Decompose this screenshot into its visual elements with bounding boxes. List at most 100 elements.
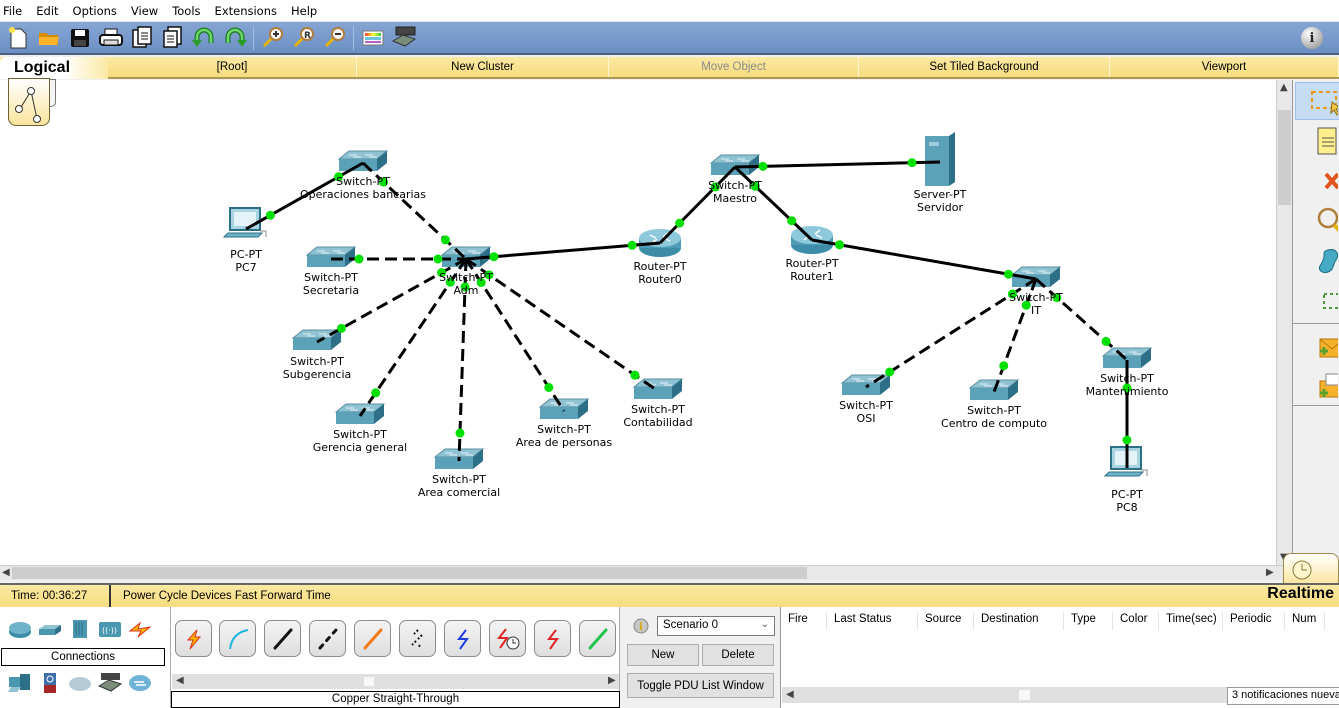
root-button[interactable]: [Root]	[108, 57, 357, 77]
realtime-mode-tab[interactable]	[1283, 553, 1339, 585]
switch-category-icon[interactable]	[38, 619, 62, 639]
pdu-scroll-thumb[interactable]	[1019, 690, 1030, 700]
paste-button[interactable]	[157, 24, 188, 52]
device-label-sw_sub[interactable]: Switch-PT Subgerencia	[283, 355, 352, 381]
device-label-sw_cc[interactable]: Switch-PT Centro de computo	[941, 404, 1047, 430]
router-category-icon[interactable]	[8, 619, 32, 639]
custom-devices-category-icon[interactable]	[98, 673, 122, 693]
custom-device-button[interactable]	[388, 24, 419, 52]
print-button[interactable]	[95, 24, 126, 52]
device-label-sw_per[interactable]: Switch-PT Area de personas	[516, 423, 612, 449]
column-type[interactable]: Type	[1064, 612, 1113, 630]
realtime-mode-label[interactable]: Realtime	[1267, 585, 1334, 603]
device-label-r1[interactable]: Router-PT Router1	[785, 257, 838, 283]
device-label-srv[interactable]: Server-PT Servidor	[914, 188, 967, 214]
logical-workspace-canvas[interactable]: PC-PT PC7 Switch-PT Operaciones bancarias Sw…	[0, 80, 1276, 565]
device-label-sw_com[interactable]: Switch-PT Area comercial	[418, 473, 500, 499]
delete-scenario-button[interactable]: Delete	[702, 644, 774, 666]
device-sw_con[interactable]	[632, 378, 684, 399]
undo-button[interactable]	[188, 24, 219, 52]
cable-serial-dte-button[interactable]	[534, 620, 571, 657]
notification-toast[interactable]: 3 notificaciones nuevas	[1227, 687, 1339, 705]
add-complex-pdu-button[interactable]	[1295, 367, 1339, 405]
device-srv[interactable]	[925, 132, 955, 186]
logical-view-button[interactable]	[8, 78, 50, 126]
resize-shape-button[interactable]	[1295, 282, 1339, 320]
device-label-r0[interactable]: Router-PT Router0	[633, 260, 686, 286]
link-sw_adm-sw_con[interactable]	[465, 257, 659, 393]
cable-scroll-thumb[interactable]	[364, 677, 374, 686]
device-label-sw_ops[interactable]: Switch-PT Operaciones bancarias	[300, 175, 426, 201]
column-fire[interactable]: Fire	[781, 612, 827, 630]
device-label-sw_man[interactable]: Switch-PT Mantenimiento	[1086, 372, 1169, 398]
cable-fiber-button[interactable]	[354, 620, 391, 657]
menu-file[interactable]: File	[0, 4, 30, 18]
device-label-sw_adm[interactable]: Switch-PT Adm	[439, 271, 493, 297]
select-tool-button[interactable]	[1295, 82, 1339, 120]
device-label-sw_mae[interactable]: Switch-PT Maestro	[708, 179, 762, 205]
move-object-button[interactable]: Move Object	[609, 57, 859, 77]
connections-category-icon[interactable]	[128, 619, 152, 639]
column-periodic[interactable]: Periodic	[1223, 612, 1285, 630]
set-tiled-background-button[interactable]: Set Tiled Background	[859, 57, 1110, 77]
logical-tab[interactable]: Logical	[0, 57, 108, 79]
vertical-scrollbar[interactable]: ▲ ▼	[1276, 80, 1292, 565]
add-simple-pdu-button[interactable]	[1295, 327, 1339, 365]
device-sw_sec[interactable]	[305, 246, 357, 267]
cable-automatic-button[interactable]	[175, 620, 212, 657]
cable-serial-dce-button[interactable]	[489, 620, 526, 657]
scroll-right-arrow-icon[interactable]: ▶	[1266, 567, 1274, 578]
vertical-scroll-thumb[interactable]	[1278, 110, 1291, 205]
link-r1-sw_it[interactable]	[811, 238, 1037, 281]
column-source[interactable]: Source	[918, 612, 974, 630]
cable-copper-straight-button[interactable]	[264, 620, 301, 657]
menu-help[interactable]: Help	[285, 4, 325, 18]
palette-button[interactable]	[357, 24, 388, 52]
security-category-icon[interactable]	[38, 673, 62, 693]
place-note-button[interactable]	[1295, 122, 1339, 160]
device-label-sw_it[interactable]: Switch-PT IT	[1009, 291, 1063, 317]
copy-button[interactable]	[126, 24, 157, 52]
device-sw_ops[interactable]	[337, 150, 389, 171]
zoom-reset-button[interactable]: R	[288, 24, 319, 52]
menu-options[interactable]: Options	[67, 4, 125, 18]
device-label-sw_osi[interactable]: Switch-PT OSI	[839, 399, 893, 425]
wireless-category-icon[interactable]: ((·))	[98, 619, 122, 639]
scroll-left-arrow-icon[interactable]: ◀	[786, 689, 794, 700]
multiuser-category-icon[interactable]	[128, 673, 152, 693]
toggle-pdu-list-button[interactable]: Toggle PDU List Window	[627, 673, 774, 698]
scroll-left-arrow-icon[interactable]: ◀	[176, 675, 184, 686]
cable-scrollbar[interactable]: ◀ ▶	[172, 674, 619, 689]
menu-edit[interactable]: Edit	[30, 4, 66, 18]
zoom-out-button[interactable]	[319, 24, 350, 52]
power-cycle-fast-forward[interactable]: Power Cycle Devices Fast Forward Time	[111, 590, 331, 602]
scroll-left-arrow-icon[interactable]: ◀	[2, 567, 10, 578]
device-label-sw_con[interactable]: Switch-PT Contabilidad	[623, 403, 692, 429]
device-sw_per[interactable]	[538, 398, 590, 419]
menu-view[interactable]: View	[125, 4, 166, 18]
menu-tools[interactable]: Tools	[166, 4, 208, 18]
new-scenario-button[interactable]: New	[627, 644, 699, 666]
device-label-sw_sec[interactable]: Switch-PT Secretaria	[303, 271, 359, 297]
column-color[interactable]: Color	[1113, 612, 1159, 630]
horizontal-scroll-thumb[interactable]	[12, 567, 807, 579]
scenario-info-icon[interactable]: i	[633, 618, 649, 634]
info-button[interactable]: i	[1301, 27, 1323, 49]
draw-shape-button[interactable]	[1295, 242, 1339, 280]
device-label-pc8[interactable]: PC-PT PC8	[1111, 488, 1143, 514]
cable-phone-button[interactable]	[399, 620, 436, 657]
hub-category-icon[interactable]	[68, 619, 92, 639]
cable-coaxial-button[interactable]	[444, 620, 481, 657]
column-last-status[interactable]: Last Status	[827, 612, 918, 630]
horizontal-scrollbar[interactable]: ◀ ▶	[0, 565, 1292, 580]
new-cluster-button[interactable]: New Cluster	[357, 57, 609, 77]
save-button[interactable]	[64, 24, 95, 52]
device-label-sw_ger[interactable]: Switch-PT Gerencia general	[313, 428, 407, 454]
open-button[interactable]	[33, 24, 64, 52]
scenario-select[interactable]: Scenario 0 ⌄	[657, 616, 775, 636]
zoom-in-button[interactable]	[257, 24, 288, 52]
redo-button[interactable]	[219, 24, 250, 52]
viewport-button[interactable]: Viewport	[1110, 57, 1339, 77]
cable-console-button[interactable]	[219, 620, 256, 657]
scroll-right-arrow-icon[interactable]: ▶	[608, 675, 616, 686]
